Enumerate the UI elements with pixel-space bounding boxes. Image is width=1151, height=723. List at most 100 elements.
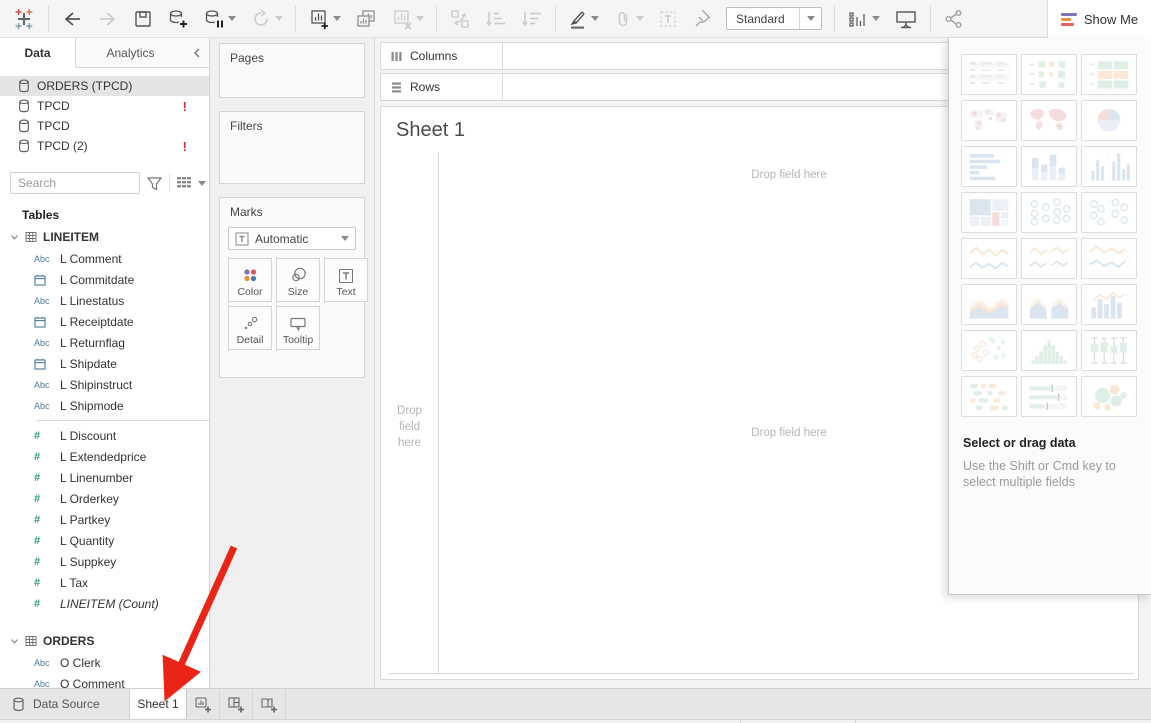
presentation-mode-icon[interactable] bbox=[894, 9, 918, 29]
field-item[interactable]: AbcL Linestatus bbox=[0, 290, 209, 311]
field-item[interactable]: #L Linenumber bbox=[0, 467, 209, 488]
showme-filled-map[interactable] bbox=[1021, 100, 1077, 141]
share-icon[interactable] bbox=[943, 9, 965, 29]
showme-stacked-bars[interactable] bbox=[1021, 146, 1077, 187]
showme-continuous-lines[interactable] bbox=[961, 238, 1017, 279]
chevron-down-icon[interactable] bbox=[333, 16, 341, 21]
field-item[interactable]: AbcO Clerk bbox=[0, 652, 209, 673]
filters-shelf[interactable]: Filters bbox=[219, 111, 365, 184]
field-item[interactable]: #L Discount bbox=[0, 425, 209, 446]
table-header[interactable]: LINEITEM bbox=[0, 226, 209, 248]
collapse-pane-icon[interactable] bbox=[185, 38, 209, 67]
showme-histogram[interactable] bbox=[1021, 330, 1077, 371]
save-icon[interactable] bbox=[133, 9, 153, 29]
showme-dual-lines[interactable] bbox=[1081, 238, 1137, 279]
field-label: L Extendedprice bbox=[60, 450, 146, 464]
fit-dropdown[interactable]: Standard bbox=[726, 7, 822, 30]
field-item[interactable]: #L Partkey bbox=[0, 509, 209, 530]
chevron-down-icon[interactable] bbox=[228, 16, 236, 21]
showme-discrete-area[interactable] bbox=[1021, 284, 1077, 325]
showme-circle-views[interactable] bbox=[1021, 192, 1077, 233]
datasource-list: ORDERS (TPCD)TPCD!TPCDTPCD (2)! bbox=[0, 68, 209, 156]
field-item[interactable]: AbcO Comment bbox=[0, 673, 209, 688]
sheet-tab-label: Sheet 1 bbox=[137, 697, 178, 711]
field-item[interactable]: #L Orderkey bbox=[0, 488, 209, 509]
drop-zone-rows[interactable]: Dropfieldhere bbox=[381, 403, 438, 451]
chevron-down-icon[interactable] bbox=[341, 236, 349, 241]
duplicate-sheet-icon[interactable] bbox=[355, 8, 377, 30]
field-item[interactable]: #L Suppkey bbox=[0, 551, 209, 572]
field-item[interactable]: AbcL Shipinstruct bbox=[0, 374, 209, 395]
showme-symbol-map[interactable] bbox=[961, 100, 1017, 141]
new-worksheet-tab-icon[interactable] bbox=[187, 689, 220, 719]
chevron-down-icon[interactable] bbox=[872, 16, 880, 21]
field-item[interactable]: AbcL Comment bbox=[0, 248, 209, 269]
view-options-icon[interactable] bbox=[176, 176, 192, 190]
showme-dual-combination[interactable] bbox=[1081, 284, 1137, 325]
chevron-down-icon[interactable] bbox=[799, 8, 821, 29]
showme-text-table[interactable] bbox=[961, 54, 1017, 95]
showme-side-by-side-circles[interactable] bbox=[1081, 192, 1137, 233]
chevron-down-icon[interactable] bbox=[198, 181, 206, 186]
datasource-item[interactable]: TPCD (2)! bbox=[0, 136, 209, 156]
sheet-tab-bar: Data Source Sheet 1 bbox=[0, 688, 1151, 719]
mark-type-dropdown[interactable]: Automatic bbox=[228, 227, 356, 250]
field-item[interactable]: L Receiptdate bbox=[0, 311, 209, 332]
show-me-caption: Select or drag data Use the Shift or Cmd… bbox=[963, 436, 1138, 490]
field-item[interactable]: #L Extendedprice bbox=[0, 446, 209, 467]
field-item[interactable]: AbcL Returnflag bbox=[0, 332, 209, 353]
pages-shelf[interactable]: Pages bbox=[219, 43, 365, 98]
size-button[interactable]: Size bbox=[276, 258, 320, 302]
showme-bullet-graph[interactable] bbox=[1021, 376, 1077, 417]
showme-horizontal-bars[interactable] bbox=[961, 146, 1017, 187]
highlight-icon[interactable] bbox=[568, 8, 599, 30]
color-button[interactable]: Color bbox=[228, 258, 272, 302]
new-data-source-icon[interactable] bbox=[167, 8, 189, 30]
datasource-item[interactable]: TPCD! bbox=[0, 96, 209, 116]
undo-icon[interactable] bbox=[61, 9, 83, 29]
showme-scatter-plot[interactable] bbox=[961, 330, 1017, 371]
show-mark-labels-icon[interactable] bbox=[847, 9, 880, 29]
chevron-expanded-icon[interactable] bbox=[10, 233, 19, 241]
filter-fields-icon[interactable] bbox=[146, 175, 163, 192]
new-story-tab-icon[interactable] bbox=[253, 689, 286, 719]
chevron-expanded-icon[interactable] bbox=[10, 637, 19, 645]
field-item[interactable]: L Shipdate bbox=[0, 353, 209, 374]
showme-highlight-table[interactable] bbox=[1081, 54, 1137, 95]
showme-continuous-area[interactable] bbox=[961, 284, 1017, 325]
field-label: L Quantity bbox=[60, 534, 114, 548]
field-label: L Shipmode bbox=[60, 399, 124, 413]
field-label: L Commitdate bbox=[60, 273, 134, 287]
showme-pie-chart[interactable] bbox=[1081, 100, 1137, 141]
showme-treemap[interactable] bbox=[961, 192, 1017, 233]
new-worksheet-icon[interactable] bbox=[308, 8, 341, 30]
columns-label: Columns bbox=[410, 49, 457, 63]
detail-button[interactable]: Detail bbox=[228, 306, 272, 350]
tab-data[interactable]: Data bbox=[0, 38, 76, 68]
field-item[interactable]: AbcL Shipmode bbox=[0, 395, 209, 416]
field-label: L Receiptdate bbox=[60, 315, 134, 329]
field-item[interactable]: L Commitdate bbox=[0, 269, 209, 290]
field-item[interactable]: #L Quantity bbox=[0, 530, 209, 551]
field-item[interactable]: #L Tax bbox=[0, 572, 209, 593]
tooltip-button[interactable]: Tooltip bbox=[276, 306, 320, 350]
datasource-item[interactable]: ORDERS (TPCD) bbox=[0, 76, 209, 96]
search-input[interactable] bbox=[10, 172, 140, 194]
pause-auto-updates-icon[interactable] bbox=[203, 8, 236, 30]
text-button[interactable]: Text bbox=[324, 258, 368, 302]
show-me-button[interactable]: Show Me bbox=[1047, 0, 1151, 38]
showme-packed-bubbles[interactable] bbox=[1081, 376, 1137, 417]
tab-data-source[interactable]: Data Source bbox=[0, 689, 130, 719]
tab-analytics[interactable]: Analytics bbox=[76, 38, 185, 67]
showme-discrete-lines[interactable] bbox=[1021, 238, 1077, 279]
datasource-item[interactable]: TPCD bbox=[0, 116, 209, 136]
showme-side-by-side-bars[interactable] bbox=[1081, 146, 1137, 187]
showme-gantt[interactable] bbox=[961, 376, 1017, 417]
field-item[interactable]: #LINEITEM (Count) bbox=[0, 593, 209, 614]
chevron-down-icon[interactable] bbox=[591, 16, 599, 21]
table-header[interactable]: ORDERS bbox=[0, 630, 209, 652]
tab-sheet-1[interactable]: Sheet 1 bbox=[130, 689, 187, 719]
showme-box-and-whisker[interactable] bbox=[1081, 330, 1137, 371]
new-dashboard-tab-icon[interactable] bbox=[220, 689, 253, 719]
showme-heat-map[interactable] bbox=[1021, 54, 1077, 95]
